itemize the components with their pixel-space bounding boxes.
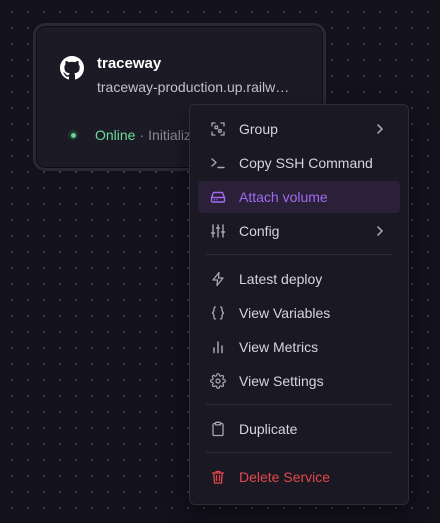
menu-item-label: Latest deploy <box>239 271 323 287</box>
menu-item-copy-ssh[interactable]: Copy SSH Command <box>198 147 400 179</box>
braces-icon <box>210 305 226 321</box>
menu-item-attach-volume[interactable]: Attach volume <box>198 181 400 213</box>
sliders-icon <box>210 223 226 239</box>
group-icon <box>210 121 226 137</box>
context-menu: Group Copy SSH Command Attach volume Con… <box>189 104 409 505</box>
card-header: traceway traceway-production.up.railway.… <box>60 55 293 96</box>
menu-item-config[interactable]: Config <box>198 215 400 247</box>
menu-item-label: Copy SSH Command <box>239 155 373 171</box>
status-dot-icon <box>68 130 78 140</box>
trash-icon <box>210 469 226 485</box>
menu-item-latest-deploy[interactable]: Latest deploy <box>198 263 400 295</box>
menu-divider <box>206 404 392 405</box>
service-title: traceway <box>97 55 162 72</box>
menu-item-label: Delete Service <box>239 469 331 485</box>
lightning-icon <box>210 271 226 287</box>
chevron-right-icon <box>377 124 383 134</box>
menu-item-group[interactable]: Group <box>198 113 400 145</box>
status-separator: · <box>139 127 145 143</box>
menu-item-view-metrics[interactable]: View Metrics <box>198 331 400 363</box>
menu-item-label: Duplicate <box>239 421 298 437</box>
menu-item-view-settings[interactable]: View Settings <box>198 365 400 397</box>
terminal-icon <box>210 155 226 171</box>
bar-chart-icon <box>210 339 226 355</box>
menu-divider <box>206 452 392 453</box>
gear-icon <box>210 373 226 389</box>
menu-item-label: Config <box>239 223 280 239</box>
clipboard-icon <box>210 421 226 437</box>
service-url[interactable]: traceway-production.up.railway.app <box>97 78 293 96</box>
hard-drive-icon <box>210 189 226 205</box>
chevron-right-icon <box>377 226 383 236</box>
menu-divider <box>206 254 392 255</box>
menu-item-label: Group <box>239 121 278 137</box>
menu-item-label: View Metrics <box>239 339 319 355</box>
menu-item-label: View Settings <box>239 373 324 389</box>
menu-item-duplicate[interactable]: Duplicate <box>198 413 400 445</box>
menu-item-delete-service[interactable]: Delete Service <box>198 461 400 493</box>
menu-item-label: Attach volume <box>239 189 328 205</box>
menu-item-view-variables[interactable]: View Variables <box>198 297 400 329</box>
status-online-label: Online <box>95 127 136 143</box>
github-icon <box>60 56 84 80</box>
menu-item-label: View Variables <box>239 305 331 321</box>
